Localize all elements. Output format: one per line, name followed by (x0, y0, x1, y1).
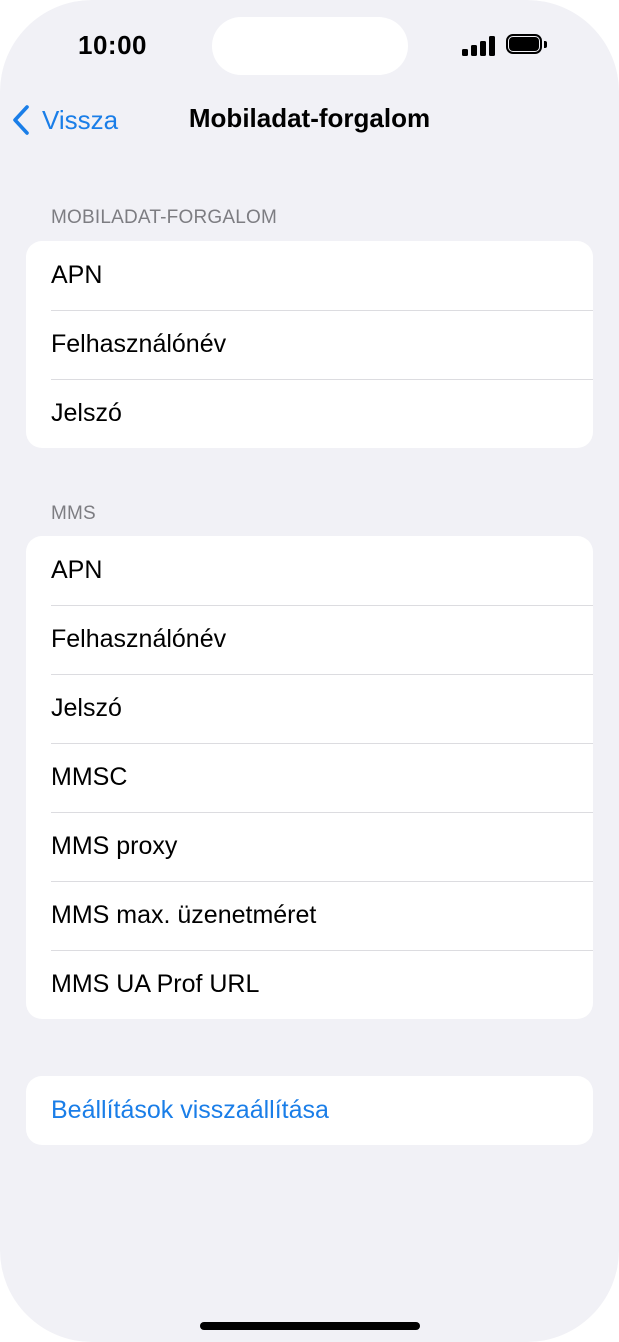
cellular-signal-icon (462, 36, 496, 56)
mms-proxy-row[interactable]: MMS proxy (26, 812, 593, 881)
row-label: MMSC (51, 763, 128, 791)
status-time: 10:00 (78, 30, 147, 60)
cellular-settings-group: APN Felhasználónév Jelszó (26, 241, 593, 448)
row-label: Felhasználónév (51, 330, 227, 358)
row-label: MMS proxy (51, 832, 178, 860)
page-title: Mobiladat-forgalom (188, 103, 431, 133)
cellular-password-row[interactable]: Jelszó (26, 379, 593, 448)
reset-settings-label: Beállítások visszaállítása (51, 1096, 329, 1124)
row-label: Felhasználónév (51, 625, 227, 653)
mms-settings-group: APN Felhasználónév Jelszó MMSC MMS proxy… (26, 536, 593, 1019)
phone-screen: 10:00 Vissza Mobiladat-forgalom MOBILADA… (0, 0, 619, 1342)
row-label: MMS UA Prof URL (51, 970, 260, 998)
cellular-apn-row[interactable]: APN (26, 241, 593, 310)
row-label: Jelszó (51, 694, 122, 722)
mms-ua-prof-url-row[interactable]: MMS UA Prof URL (26, 950, 593, 1019)
home-indicator[interactable] (200, 1322, 420, 1330)
section-header-mms: MMS (51, 503, 96, 524)
row-label: APN (51, 261, 103, 289)
mms-apn-row[interactable]: APN (26, 536, 593, 605)
battery-icon (506, 34, 550, 56)
mms-max-message-size-row[interactable]: MMS max. üzenetméret (26, 881, 593, 950)
row-label: MMS max. üzenetméret (51, 901, 317, 929)
dynamic-island (212, 17, 408, 75)
mms-password-row[interactable]: Jelszó (26, 674, 593, 743)
reset-settings-button[interactable]: Beállítások visszaállítása (26, 1076, 593, 1145)
row-label: APN (51, 556, 103, 584)
section-header-cellular: MOBILADAT-FORGALOM (51, 207, 277, 228)
reset-group: Beállítások visszaállítása (26, 1076, 593, 1145)
mms-username-row[interactable]: Felhasználónév (26, 605, 593, 674)
cellular-username-row[interactable]: Felhasználónév (26, 310, 593, 379)
row-label: Jelszó (51, 399, 122, 427)
mmsc-row[interactable]: MMSC (26, 743, 593, 812)
